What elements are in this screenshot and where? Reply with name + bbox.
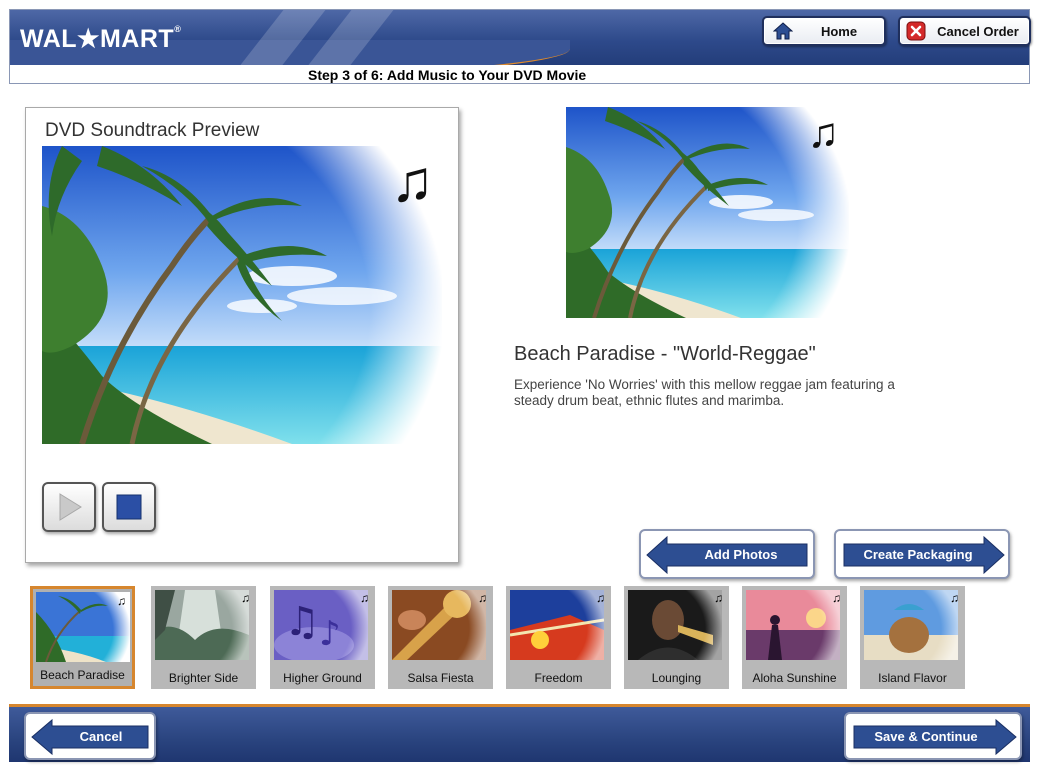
soundtrack-salsa-fiesta[interactable]: ♫ Salsa Fiesta bbox=[388, 586, 493, 689]
hula-sunset-thumbnail bbox=[746, 590, 840, 660]
soundtrack-label: Aloha Sunshine bbox=[752, 671, 837, 685]
soundtrack-label: Salsa Fiesta bbox=[407, 671, 474, 685]
music-note-icon: ♫ bbox=[478, 591, 487, 605]
create-packaging-label: Create Packaging bbox=[863, 546, 973, 562]
save-continue-button[interactable]: Save & Continue bbox=[844, 712, 1022, 760]
home-button[interactable]: Home bbox=[762, 16, 886, 46]
stop-icon bbox=[116, 494, 142, 520]
soundtrack-lounging[interactable]: ♫ Lounging bbox=[624, 586, 729, 689]
music-note-icon: ♫ bbox=[390, 149, 435, 214]
soundtrack-label: Beach Paradise bbox=[40, 668, 125, 682]
header: WAL★MART® Home Cancel Order Step 3 of 6:… bbox=[9, 9, 1031, 84]
stop-button[interactable] bbox=[102, 482, 156, 532]
add-photos-button[interactable]: Add Photos bbox=[639, 529, 815, 579]
soundtrack-island-flavor[interactable]: ♫ Island Flavor bbox=[860, 586, 965, 689]
soundtrack-aloha-sunshine[interactable]: ♫ Aloha Sunshine bbox=[742, 586, 847, 689]
play-button[interactable] bbox=[42, 482, 96, 532]
soundtrack-beach-paradise[interactable]: ♫ Beach Paradise bbox=[30, 586, 135, 689]
jazz-trumpet-thumbnail bbox=[628, 590, 722, 660]
create-packaging-button[interactable]: Create Packaging bbox=[834, 529, 1010, 579]
guitar-thumbnail bbox=[510, 590, 604, 660]
song-title: Beach Paradise - "World-Reggae" bbox=[514, 343, 816, 365]
soundtrack-label: Brighter Side bbox=[168, 671, 239, 685]
music-note-icon: ♫ bbox=[596, 591, 605, 605]
soundtrack-label: Freedom bbox=[534, 671, 583, 685]
soundtrack-list: ♫ Beach Paradise ♫ Brighter Side ♫ ♪ bbox=[30, 586, 1020, 690]
soundtrack-label: Island Flavor bbox=[878, 671, 947, 685]
soundtrack-preview-panel: DVD Soundtrack Preview ♫ bbox=[25, 107, 459, 563]
music-note-icon: ♫ bbox=[714, 591, 723, 605]
preview-title: DVD Soundtrack Preview bbox=[45, 120, 260, 141]
soundtrack-higher-ground[interactable]: ♫ ♪ ♫ Higher Ground bbox=[270, 586, 375, 689]
add-photos-label: Add Photos bbox=[704, 546, 778, 562]
soundtrack-label: Lounging bbox=[651, 671, 702, 685]
cancel-order-button[interactable]: Cancel Order bbox=[898, 16, 1031, 46]
waterfall-thumbnail bbox=[155, 590, 249, 660]
coconut-thumbnail bbox=[864, 590, 958, 660]
music-notes-thumbnail: ♫ ♪ bbox=[274, 590, 368, 660]
song-description: Experience 'No Worries' with this mellow… bbox=[514, 377, 895, 408]
soundtrack-label: Higher Ground bbox=[283, 671, 362, 685]
music-note-icon: ♫ bbox=[807, 109, 840, 156]
music-note-icon: ♫ bbox=[950, 591, 959, 605]
home-label: Home bbox=[820, 23, 858, 39]
soundtrack-freedom[interactable]: ♫ Freedom bbox=[506, 586, 611, 689]
beach-thumbnail bbox=[36, 592, 130, 662]
music-note-icon: ♫ bbox=[241, 591, 250, 605]
play-icon bbox=[59, 493, 82, 521]
song-image: ♫ bbox=[566, 107, 849, 318]
house-icon bbox=[772, 21, 794, 41]
music-note-icon: ♫ bbox=[360, 591, 369, 605]
walmart-logo: WAL★MART® bbox=[20, 24, 182, 53]
trumpet-thumbnail bbox=[392, 590, 486, 660]
save-continue-label: Save & Continue bbox=[874, 728, 978, 744]
music-note-icon: ♫ bbox=[117, 594, 126, 608]
cancel-label: Cancel bbox=[79, 728, 123, 744]
preview-image: ♫ bbox=[42, 146, 442, 444]
close-icon bbox=[905, 21, 927, 41]
cancel-order-label: Cancel Order bbox=[937, 23, 1019, 39]
soundtrack-brighter-side[interactable]: ♫ Brighter Side bbox=[151, 586, 256, 689]
step-title: Step 3 of 6: Add Music to Your DVD Movie bbox=[308, 67, 587, 83]
cancel-button[interactable]: Cancel bbox=[24, 712, 156, 760]
music-note-icon: ♫ bbox=[832, 591, 841, 605]
